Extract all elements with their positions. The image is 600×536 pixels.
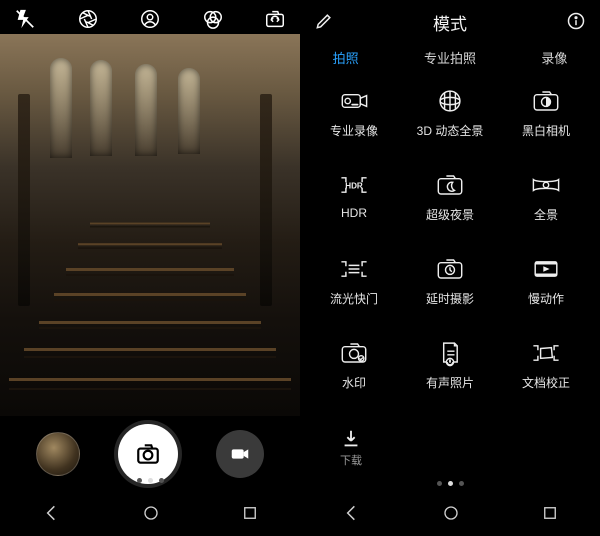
edit-icon[interactable] [314,11,334,31]
camera-top-toolbar [0,0,300,38]
camera-viewfinder-screen [0,0,300,536]
modes-tabs: 拍照 专业拍照 录像 [300,42,600,72]
modes-top-bar [300,0,600,42]
mode-label: 水印 [342,374,366,391]
mode-label: 黑白相机 [522,122,570,139]
tab-pro-photo[interactable]: 专业拍照 [418,44,482,71]
system-navbar [0,490,300,536]
mode-hdr[interactable]: HDR HDR [308,166,400,248]
camera-viewfinder[interactable] [0,34,300,416]
mode-3d-pano[interactable]: 3D 动态全景 [404,82,496,164]
nav-home-icon[interactable] [442,504,460,522]
mode-audio-note[interactable]: 有声照片 [404,334,496,416]
nav-back-icon[interactable] [341,503,361,523]
aperture-icon[interactable] [77,8,99,30]
mode-label: 流光快门 [330,290,378,307]
mode-slowmo[interactable]: 慢动作 [500,250,592,332]
mode-pro-video[interactable]: 专业录像 [308,82,400,164]
camera-bottom-bar [0,420,300,488]
mode-label: 延时摄影 [426,290,474,307]
nav-back-icon[interactable] [41,503,61,523]
flash-off-icon[interactable] [14,8,36,30]
info-icon[interactable] [566,11,586,31]
portrait-icon[interactable] [139,8,161,30]
download-more-modes[interactable]: 下载 [300,428,600,474]
tab-video[interactable]: 录像 [535,44,573,71]
mode-night[interactable]: 超级夜景 [404,166,496,248]
mode-label: 慢动作 [528,290,564,307]
camera-modes-screen: 模式 拍照 专业拍照 录像 专业录像 3D 动态全景 黑白相机 HDR HDR … [300,0,600,536]
mode-label: 3D 动态全景 [417,122,484,139]
mode-label: 专业录像 [330,122,378,139]
mode-label: 文档校正 [522,374,570,391]
mode-label: 有声照片 [426,374,474,391]
mode-label: 超级夜景 [426,206,474,223]
download-label: 下载 [340,452,362,468]
svg-text:HDR: HDR [345,182,363,191]
tab-photo[interactable]: 拍照 [327,44,365,71]
modes-grid: 专业录像 3D 动态全景 黑白相机 HDR HDR 超级夜景 全景 流光快门 延 [300,78,600,464]
system-navbar [300,490,600,536]
gallery-thumbnail[interactable] [36,432,80,476]
mode-timelapse[interactable]: 延时摄影 [404,250,496,332]
mode-doc-scan[interactable]: 文档校正 [500,334,592,416]
filters-icon[interactable] [202,8,224,30]
page-indicator [300,481,600,486]
video-mode-button[interactable] [216,430,264,478]
nav-home-icon[interactable] [142,504,160,522]
nav-recent-icon[interactable] [241,504,259,522]
mode-label: 全景 [534,206,558,223]
mode-monochrome[interactable]: 黑白相机 [500,82,592,164]
mode-panorama[interactable]: 全景 [500,166,592,248]
nav-recent-icon[interactable] [541,504,559,522]
shutter-button[interactable] [118,424,178,484]
mode-label: HDR [341,206,367,220]
switch-camera-icon[interactable] [264,8,286,30]
mode-watermark[interactable]: 水印 [308,334,400,416]
mode-light-painting[interactable]: 流光快门 [308,250,400,332]
